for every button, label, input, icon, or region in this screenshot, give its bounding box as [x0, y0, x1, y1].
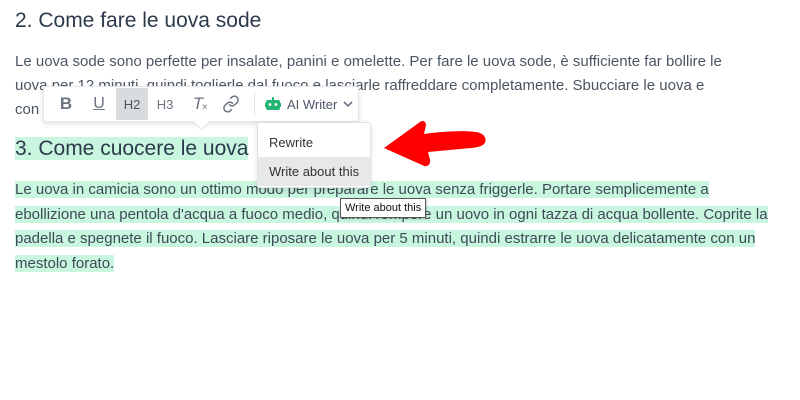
red-arrow-annotation — [384, 121, 486, 167]
tooltip: Write about this — [340, 198, 427, 218]
formatting-toolbar: B U H2 H3 T × AI Writer — [43, 86, 359, 122]
heading-come-cuocere-le-uova[interactable]: 3. Come cuocere le uova — [15, 135, 249, 163]
ai-writer-menu: Rewrite Write about this — [257, 122, 371, 188]
menu-item-write-about-this[interactable]: Write about this — [258, 157, 370, 186]
underline-button[interactable]: U — [83, 88, 115, 120]
ai-writer-label: AI Writer — [287, 96, 338, 112]
editor-canvas[interactable]: 2. Come fare le uova sode Le uova sode s… — [0, 0, 800, 400]
heading-3-label: H3 — [156, 96, 174, 112]
heading-2-label: H2 — [123, 96, 141, 112]
selected-paragraph-text: Le uova in camicia sono un ottimo modo p… — [15, 181, 768, 272]
robot-icon — [265, 97, 281, 110]
clear-format-icon: T × — [192, 94, 208, 113]
heading-3-button[interactable]: H3 — [149, 88, 181, 120]
toolbar-divider — [254, 92, 255, 116]
bold-icon: B — [59, 94, 73, 113]
ai-writer-button[interactable]: AI Writer — [261, 88, 357, 120]
paragraph-line: Le uova sode sono perfette per insalate,… — [15, 53, 722, 70]
bold-button[interactable]: B — [50, 88, 82, 120]
link-button[interactable] — [215, 88, 247, 120]
clear-format-button[interactable]: T × — [182, 88, 214, 120]
heading-come-fare-le-uova-sode[interactable]: 2. Come fare le uova sode — [15, 7, 261, 35]
paragraph-uova-in-camicia[interactable]: Le uova in camicia sono un ottimo modo p… — [15, 178, 775, 276]
selected-heading-text: 3. Come cuocere le uova — [15, 137, 249, 160]
heading-2-button[interactable]: H2 — [116, 88, 148, 120]
menu-item-rewrite[interactable]: Rewrite — [258, 128, 370, 157]
chevron-down-icon — [343, 100, 353, 107]
underline-icon: U — [93, 95, 105, 112]
link-icon — [223, 95, 239, 113]
